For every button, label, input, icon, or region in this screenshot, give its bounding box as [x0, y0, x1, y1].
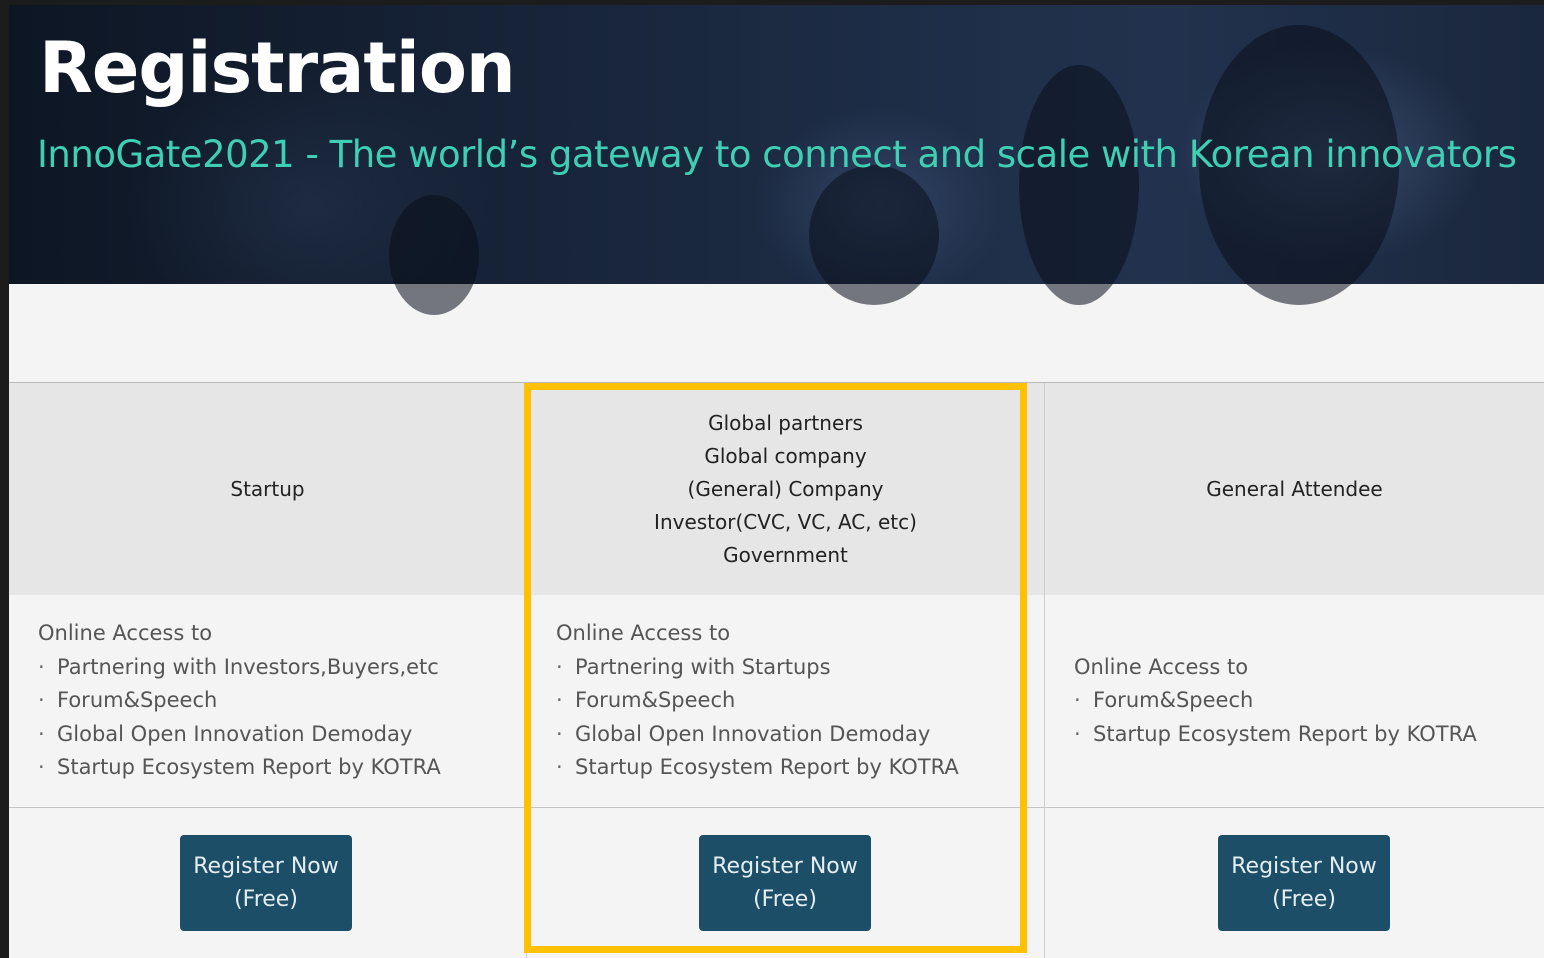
- benefits-intro: Online Access to: [38, 621, 213, 646]
- page-title: Registration: [39, 27, 516, 109]
- button-sublabel: (Free): [234, 887, 298, 912]
- heading-line: Global partners: [708, 410, 863, 435]
- benefit-item: Startup Ecosystem Report by KOTRA: [1074, 718, 1544, 752]
- benefit-item: Global Open Innovation Demoday: [556, 718, 1044, 752]
- registration-page: Registration InnoGate2021 - The world’s …: [9, 5, 1544, 958]
- button-label: Register Now: [1231, 854, 1377, 879]
- button-sublabel: (Free): [1272, 887, 1336, 912]
- column-footer: Register Now (Free): [527, 809, 1044, 958]
- benefit-item: Partnering with Startups: [556, 651, 1044, 685]
- benefits-intro: Online Access to: [556, 621, 731, 646]
- heading-line: Investor(CVC, VC, AC, etc): [654, 509, 917, 534]
- benefit-item: Global Open Innovation Demoday: [38, 718, 526, 752]
- column-global-partners: Global partners Global company (General)…: [527, 383, 1044, 958]
- column-heading: Global partners Global company (General)…: [527, 383, 1044, 595]
- heading-line: Startup: [230, 476, 305, 501]
- heading-line: Government: [723, 542, 848, 567]
- benefits-intro: Online Access to: [1074, 654, 1249, 679]
- hero-banner: Registration InnoGate2021 - The world’s …: [9, 5, 1544, 315]
- benefit-item: Partnering with Investors,Buyers,etc: [38, 651, 526, 685]
- column-footer: Register Now (Free): [9, 809, 526, 958]
- register-now-button-startup[interactable]: Register Now (Free): [180, 835, 352, 931]
- register-now-button-general-attendee[interactable]: Register Now (Free): [1218, 835, 1390, 931]
- benefit-item: Forum&Speech: [556, 684, 1044, 718]
- benefit-item: Forum&Speech: [38, 684, 526, 718]
- button-label: Register Now: [193, 854, 339, 879]
- button-label: Register Now: [712, 854, 858, 879]
- benefits-list: Online Access to Partnering with Investo…: [9, 595, 526, 808]
- benefit-item: Forum&Speech: [1074, 684, 1544, 718]
- heading-line: General Attendee: [1206, 476, 1383, 501]
- page-subtitle: InnoGate2021 - The world’s gateway to co…: [37, 133, 1517, 176]
- button-sublabel: (Free): [753, 887, 817, 912]
- column-heading: General Attendee: [1045, 383, 1544, 595]
- benefit-item: Startup Ecosystem Report by KOTRA: [38, 751, 526, 785]
- heading-line: Global company: [704, 443, 867, 468]
- benefit-item: Startup Ecosystem Report by KOTRA: [556, 751, 1044, 785]
- registration-table: Startup Online Access to Partnering with…: [9, 382, 1544, 958]
- column-general-attendee: General Attendee Online Access to Forum&…: [1045, 383, 1544, 958]
- heading-line: (General) Company: [687, 476, 884, 501]
- benefits-list: Online Access to Partnering with Startup…: [527, 595, 1044, 808]
- column-heading: Startup: [9, 383, 526, 595]
- column-startup: Startup Online Access to Partnering with…: [9, 383, 526, 958]
- column-footer: Register Now (Free): [1045, 809, 1544, 958]
- register-now-button-global-partners[interactable]: Register Now (Free): [699, 835, 871, 931]
- benefits-list: Online Access to Forum&Speech Startup Ec…: [1045, 595, 1544, 808]
